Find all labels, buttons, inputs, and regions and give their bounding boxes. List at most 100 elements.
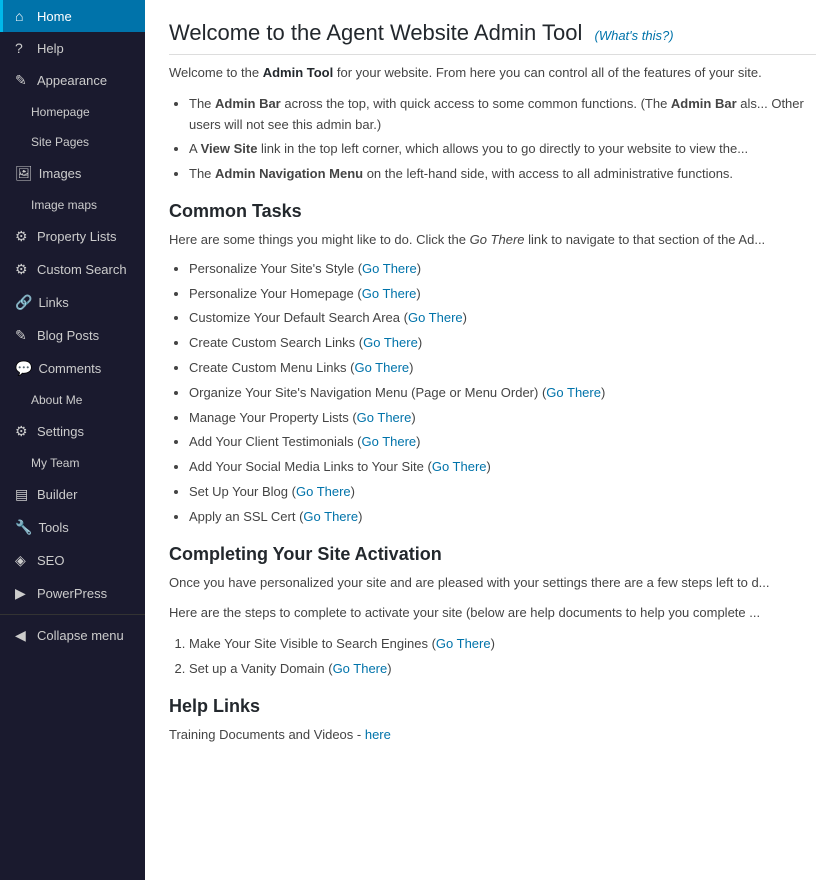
- sidebar-item-about-me[interactable]: About Me: [0, 385, 145, 415]
- activation-step-link[interactable]: Go There: [436, 636, 491, 651]
- sidebar-item-comments[interactable]: 💬 Comments: [0, 352, 145, 385]
- sidebar-item-label: PowerPress: [37, 586, 107, 601]
- images-icon: 🖼: [15, 165, 33, 182]
- sidebar-item-appearance[interactable]: ✎ Appearance: [0, 64, 145, 97]
- tasks-list: Personalize Your Site's Style (Go There)…: [189, 259, 816, 528]
- collapse-icon: ◀: [15, 627, 31, 644]
- sidebar-item-label: Appearance: [37, 73, 107, 88]
- task-link[interactable]: Go There: [296, 484, 351, 499]
- task-item: Create Custom Search Links (Go There): [189, 333, 816, 354]
- features-list: The Admin Bar across the top, with quick…: [189, 94, 816, 185]
- sidebar-item-builder[interactable]: ▤ Builder: [0, 478, 145, 511]
- sidebar-item-label: About Me: [31, 393, 82, 407]
- help-links-title: Help Links: [169, 696, 816, 717]
- sidebar-item-homepage[interactable]: Homepage: [0, 97, 145, 127]
- custom-search-icon: ⚙: [15, 261, 31, 278]
- sidebar-item-collapse[interactable]: ◀ Collapse menu: [0, 619, 145, 652]
- task-item: Apply an SSL Cert (Go There): [189, 507, 816, 528]
- sidebar-item-label: Home: [37, 9, 72, 24]
- settings-icon: ⚙: [15, 423, 31, 440]
- sidebar-item-label: Builder: [37, 487, 77, 502]
- sidebar-item-help[interactable]: ? Help: [0, 32, 145, 64]
- sidebar-item-home[interactable]: ⌂ Home: [0, 0, 145, 32]
- activation-step: Set up a Vanity Domain (Go There): [189, 659, 816, 680]
- sidebar-item-seo[interactable]: ◈ SEO: [0, 544, 145, 577]
- sidebar-item-label: SEO: [37, 553, 64, 568]
- sidebar-item-label: Image maps: [31, 198, 97, 212]
- sidebar-item-label: Custom Search: [37, 262, 127, 277]
- task-link[interactable]: Go There: [432, 459, 487, 474]
- task-link[interactable]: Go There: [546, 385, 601, 400]
- sidebar-item-label: Homepage: [31, 105, 90, 119]
- task-item: Customize Your Default Search Area (Go T…: [189, 308, 816, 329]
- sidebar-item-settings[interactable]: ⚙ Settings: [0, 415, 145, 448]
- sidebar-divider: [0, 614, 145, 615]
- task-link[interactable]: Go There: [363, 335, 418, 350]
- help-links-label: Training Documents and Videos -: [169, 727, 361, 742]
- page-title: Welcome to the Agent Website Admin Tool …: [169, 20, 816, 55]
- task-item: Personalize Your Homepage (Go There): [189, 284, 816, 305]
- sidebar-item-images[interactable]: 🖼 Images: [0, 157, 145, 190]
- sidebar-item-tools[interactable]: 🔧 Tools: [0, 511, 145, 544]
- common-tasks-title: Common Tasks: [169, 201, 816, 222]
- activation-step-link[interactable]: Go There: [333, 661, 388, 676]
- sidebar-item-label: Tools: [38, 520, 68, 535]
- task-item: Add Your Client Testimonials (Go There): [189, 432, 816, 453]
- task-link[interactable]: Go There: [408, 310, 463, 325]
- help-link-here[interactable]: here: [365, 727, 391, 742]
- help-icon: ?: [15, 40, 31, 56]
- sidebar-item-custom-search[interactable]: ⚙ Custom Search: [0, 253, 145, 286]
- seo-icon: ◈: [15, 552, 31, 569]
- task-item: Set Up Your Blog (Go There): [189, 482, 816, 503]
- appearance-icon: ✎: [15, 72, 31, 89]
- activation-step: Make Your Site Visible to Search Engines…: [189, 634, 816, 655]
- main-content: Welcome to the Agent Website Admin Tool …: [145, 0, 840, 880]
- feature-item: The Admin Bar across the top, with quick…: [189, 94, 816, 136]
- feature-item: The Admin Navigation Menu on the left-ha…: [189, 164, 816, 185]
- whats-this-link[interactable]: (What's this?): [594, 28, 673, 43]
- sidebar-item-label: Comments: [38, 361, 101, 376]
- feature-item: A View Site link in the top left corner,…: [189, 139, 816, 160]
- task-link[interactable]: Go There: [362, 286, 417, 301]
- activation-title: Completing Your Site Activation: [169, 544, 816, 565]
- builder-icon: ▤: [15, 486, 31, 503]
- sidebar-item-label: Links: [38, 295, 68, 310]
- sidebar-item-blog-posts[interactable]: ✎ Blog Posts: [0, 319, 145, 352]
- sidebar-item-label: My Team: [31, 456, 79, 470]
- help-links-text: Training Documents and Videos - here: [169, 725, 816, 746]
- task-item: Create Custom Menu Links (Go There): [189, 358, 816, 379]
- task-item: Manage Your Property Lists (Go There): [189, 408, 816, 429]
- tools-icon: 🔧: [15, 519, 32, 536]
- sidebar-item-image-maps[interactable]: Image maps: [0, 190, 145, 220]
- property-icon: ⚙: [15, 228, 31, 245]
- sidebar-item-powerpress[interactable]: ▶ PowerPress: [0, 577, 145, 610]
- task-item: Organize Your Site's Navigation Menu (Pa…: [189, 383, 816, 404]
- sidebar-item-links[interactable]: 🔗 Links: [0, 286, 145, 319]
- sidebar-item-label: Images: [39, 166, 82, 181]
- sidebar-item-site-pages[interactable]: Site Pages: [0, 127, 145, 157]
- task-link[interactable]: Go There: [303, 509, 358, 524]
- sidebar-item-label: Settings: [37, 424, 84, 439]
- sidebar-item-label: Collapse menu: [37, 628, 124, 643]
- task-item: Personalize Your Site's Style (Go There): [189, 259, 816, 280]
- task-item: Add Your Social Media Links to Your Site…: [189, 457, 816, 478]
- links-icon: 🔗: [15, 294, 32, 311]
- powerpress-icon: ▶: [15, 585, 31, 602]
- blog-icon: ✎: [15, 327, 31, 344]
- task-link[interactable]: Go There: [357, 410, 412, 425]
- activation-intro1: Once you have personalized your site and…: [169, 573, 816, 594]
- sidebar-item-label: Blog Posts: [37, 328, 99, 343]
- common-tasks-intro: Here are some things you might like to d…: [169, 230, 816, 251]
- sidebar-item-property-lists[interactable]: ⚙ Property Lists: [0, 220, 145, 253]
- sidebar-item-label: Help: [37, 41, 64, 56]
- page-title-text: Welcome to the Agent Website Admin Tool: [169, 20, 582, 45]
- sidebar-item-label: Site Pages: [31, 135, 89, 149]
- intro-paragraph: Welcome to the Admin Tool for your websi…: [169, 63, 816, 84]
- task-link[interactable]: Go There: [361, 434, 416, 449]
- home-icon: ⌂: [15, 8, 31, 24]
- task-link[interactable]: Go There: [362, 261, 417, 276]
- sidebar-item-my-team[interactable]: My Team: [0, 448, 145, 478]
- sidebar: ⌂ Home ? Help ✎ Appearance Homepage Site…: [0, 0, 145, 880]
- task-link[interactable]: Go There: [354, 360, 409, 375]
- activation-intro2: Here are the steps to complete to activa…: [169, 603, 816, 624]
